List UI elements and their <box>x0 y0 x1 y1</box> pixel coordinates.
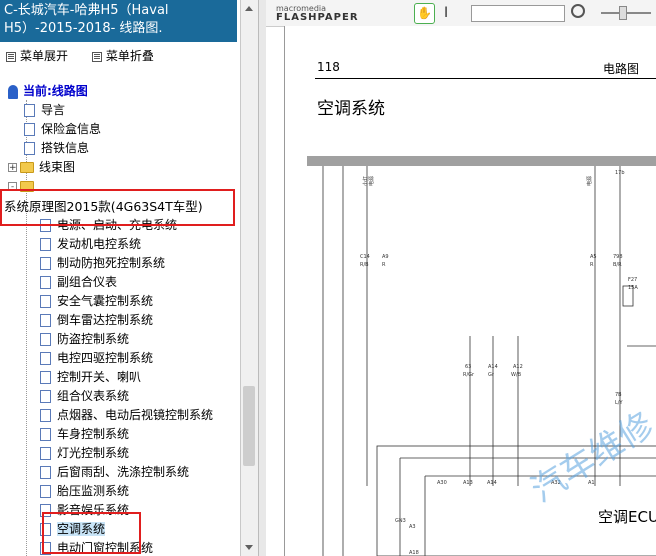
svg-text:C14: C14 <box>360 254 370 260</box>
tree-item-cluster[interactable]: 组合仪表系统 <box>40 387 129 406</box>
svg-text:R/B: R/B <box>360 262 369 268</box>
tree-item-tpms[interactable]: 胎压监测系统 <box>40 482 129 501</box>
annotation-box-schematic <box>0 189 235 226</box>
document-icon <box>40 466 51 479</box>
svg-text:GN3: GN3 <box>395 518 406 524</box>
tree-item-intro[interactable]: 导言 <box>24 101 65 120</box>
tree-item-lighting[interactable]: 灯光控制系统 <box>40 444 129 463</box>
tree-item-anti-theft[interactable]: 防盗控制系统 <box>40 330 129 349</box>
svg-text:R: R <box>382 262 386 268</box>
svg-text:A9: A9 <box>382 254 389 260</box>
section-header: 电路图 <box>603 62 640 76</box>
document-icon <box>24 123 35 136</box>
nav-panel: C-长城汽车-哈弗H5（Haval H5）-2015-2018- 线路图. 菜单… <box>0 0 237 556</box>
document-icon <box>40 390 51 403</box>
tree-item-switch-horn[interactable]: 控制开关、喇叭 <box>40 368 141 387</box>
viewer-toolbar: macromedia FLASHPAPER ✋ I <box>266 0 656 27</box>
tree-item-4wd[interactable]: 电控四驱控制系统 <box>40 349 153 368</box>
nav-scrollbar[interactable] <box>240 0 258 556</box>
ac-ecu-label: 空调ECU <box>598 508 656 526</box>
document-icon <box>40 409 51 422</box>
svg-text:15A: 15A <box>628 285 638 291</box>
page-title: 空调系统 <box>317 99 385 119</box>
svg-text:A30: A30 <box>437 480 447 486</box>
document-icon <box>40 352 51 365</box>
svg-text:A13: A13 <box>463 480 473 486</box>
document-icon <box>40 485 51 498</box>
document-icon <box>40 314 51 327</box>
tree-item-body-control[interactable]: 车身控制系统 <box>40 425 129 444</box>
document-icon <box>40 333 51 346</box>
svg-text:B/R: B/R <box>613 262 622 268</box>
hand-tool-icon[interactable]: ✋ <box>414 3 435 24</box>
tree-item-harness[interactable]: + 线束图 <box>8 158 75 177</box>
expand-all-button[interactable]: 菜单展开 <box>6 49 78 63</box>
menu-toolbar: 菜单展开 菜单折叠 <box>6 47 174 64</box>
svg-text:A12: A12 <box>513 364 523 370</box>
svg-text:电源: 电源 <box>586 176 593 186</box>
folder-icon <box>20 162 34 173</box>
search-icon[interactable] <box>571 4 585 18</box>
svg-text:R: R <box>590 262 594 268</box>
svg-text:W/B: W/B <box>511 372 522 378</box>
document-title: C-长城汽车-哈弗H5（Haval H5）-2015-2018- 线路图. <box>0 0 237 42</box>
flashpaper-logo: macromedia FLASHPAPER <box>276 4 359 23</box>
svg-text:A3: A3 <box>409 524 416 530</box>
svg-text:A5: A5 <box>590 254 597 260</box>
document-icon <box>24 104 35 117</box>
collapse-icon <box>91 51 102 62</box>
current-location[interactable]: 当前:线路图 <box>8 82 88 101</box>
document-icon <box>40 447 51 460</box>
find-input[interactable] <box>471 5 565 22</box>
tree-item-abs[interactable]: 制动防抱死控制系统 <box>40 254 165 273</box>
tree-item-parking-radar[interactable]: 倒车雷达控制系统 <box>40 311 153 330</box>
svg-text:798: 798 <box>613 254 623 260</box>
wiring-diagram: 小灯 电源 电源 17b C14 A9 A5 798 F27 R/B R R B… <box>307 156 656 556</box>
tree-item-fuse-box[interactable]: 保险盒信息 <box>24 120 101 139</box>
bus-bar <box>307 156 656 166</box>
svg-text:A14: A14 <box>488 364 498 370</box>
document-icon <box>40 428 51 441</box>
svg-text:7B: 7B <box>615 392 622 398</box>
scroll-up-icon[interactable] <box>245 6 253 11</box>
document-icon <box>40 257 51 270</box>
scroll-thumb[interactable] <box>243 386 255 466</box>
svg-text:F27: F27 <box>628 277 637 283</box>
svg-text:17b: 17b <box>615 170 625 176</box>
expand-icon <box>6 51 16 62</box>
current-label: 当前:线路图 <box>23 84 88 98</box>
text-select-icon[interactable]: I <box>444 5 448 21</box>
svg-text:R/Gr: R/Gr <box>463 372 475 378</box>
annotation-box-ac <box>42 512 141 554</box>
document-icon <box>40 238 51 251</box>
document-icon <box>40 371 51 384</box>
document-icon <box>40 295 51 308</box>
zoom-slider-handle[interactable] <box>619 6 627 20</box>
svg-text:63: 63 <box>465 364 471 370</box>
location-icon <box>8 84 18 99</box>
tree-item-airbag[interactable]: 安全气囊控制系统 <box>40 292 153 311</box>
svg-text:A18: A18 <box>409 550 419 556</box>
scroll-down-icon[interactable] <box>245 545 253 550</box>
svg-text:Gr: Gr <box>488 372 495 378</box>
svg-text:小灯: 小灯 <box>362 176 369 186</box>
document-icon <box>40 276 51 289</box>
svg-text:A14: A14 <box>487 480 497 486</box>
document-icon <box>24 142 35 155</box>
svg-text:电源: 电源 <box>368 176 375 186</box>
header-rule <box>315 78 656 79</box>
tree-item-sub-cluster[interactable]: 副组合仪表 <box>40 273 117 292</box>
tree-item-engine[interactable]: 发动机电控系统 <box>40 235 141 254</box>
page-number: 118 <box>317 60 340 74</box>
tree-item-lighter-mirror[interactable]: 点烟器、电动后视镜控制系统 <box>40 406 213 425</box>
collapse-all-button[interactable]: 菜单折叠 <box>91 49 164 63</box>
expand-plus-icon[interactable]: + <box>8 163 17 173</box>
tree-item-ground[interactable]: 搭铁信息 <box>24 139 89 158</box>
tree-item-rear-wiper[interactable]: 后窗雨刮、洗涤控制系统 <box>40 463 189 482</box>
